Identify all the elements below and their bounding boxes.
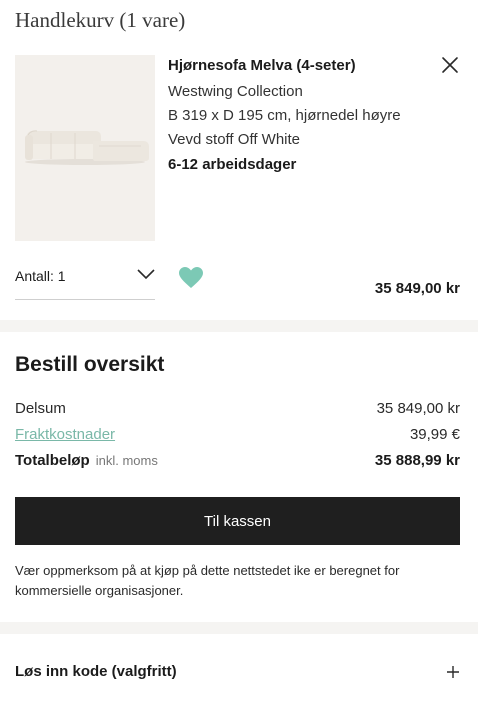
product-details: Hjørnesofa Melva (4-seter) Westwing Coll… <box>168 56 438 173</box>
wishlist-button[interactable] <box>178 266 204 290</box>
section-divider <box>0 622 478 634</box>
cart-title: Handlekurv (1 vare) <box>15 8 186 32</box>
subtotal-value: 35 849,00 kr <box>376 400 460 417</box>
item-price: 35 849,00 kr <box>374 280 460 297</box>
promo-code-toggle[interactable]: Løs inn kode (valgfritt) <box>15 660 460 686</box>
summary-title: Bestill oversikt <box>15 353 165 376</box>
plus-icon <box>447 666 459 678</box>
product-material: Vevd stoff Off White <box>168 131 301 148</box>
total-row: Totalbeløp inkl. moms 35 888,99 kr <box>15 452 460 474</box>
section-divider <box>0 320 478 332</box>
total-label-text: Totalbeløp <box>15 452 90 469</box>
quantity-select[interactable]: Antall: 1 <box>15 262 155 300</box>
shipping-value: 39,99 € <box>409 426 460 443</box>
shipping-link[interactable]: Fraktkostnader <box>15 426 115 443</box>
commercial-notice: Vær oppmerksom på at kjøp på dette netts… <box>15 563 400 598</box>
promo-code-label: Løs inn kode (valgfritt) <box>15 663 177 680</box>
chevron-down-icon <box>137 269 155 280</box>
product-brand: Westwing Collection <box>168 83 303 100</box>
vat-note: inkl. moms <box>95 453 158 468</box>
product-image[interactable] <box>15 55 155 241</box>
remove-item-button[interactable] <box>440 55 460 75</box>
close-icon <box>442 57 458 73</box>
delivery-time: 6-12 arbeidsdager <box>168 156 297 173</box>
quantity-label: Antall: 1 <box>15 268 66 284</box>
total-label: Totalbeløp inkl. moms <box>15 452 158 469</box>
subtotal-label: Delsum <box>15 400 66 417</box>
product-name[interactable]: Hjørnesofa Melva (4-seter) <box>168 56 438 76</box>
shipping-row: Fraktkostnader 39,99 € <box>15 426 460 448</box>
subtotal-row: Delsum 35 849,00 kr <box>15 400 460 422</box>
heart-icon <box>179 267 203 288</box>
corner-sofa-image <box>25 130 149 165</box>
product-dimensions: B 319 x D 195 cm, hjørnedel høyre <box>168 107 401 124</box>
checkout-button[interactable]: Til kassen <box>15 497 460 545</box>
total-value: 35 888,99 kr <box>374 452 460 469</box>
